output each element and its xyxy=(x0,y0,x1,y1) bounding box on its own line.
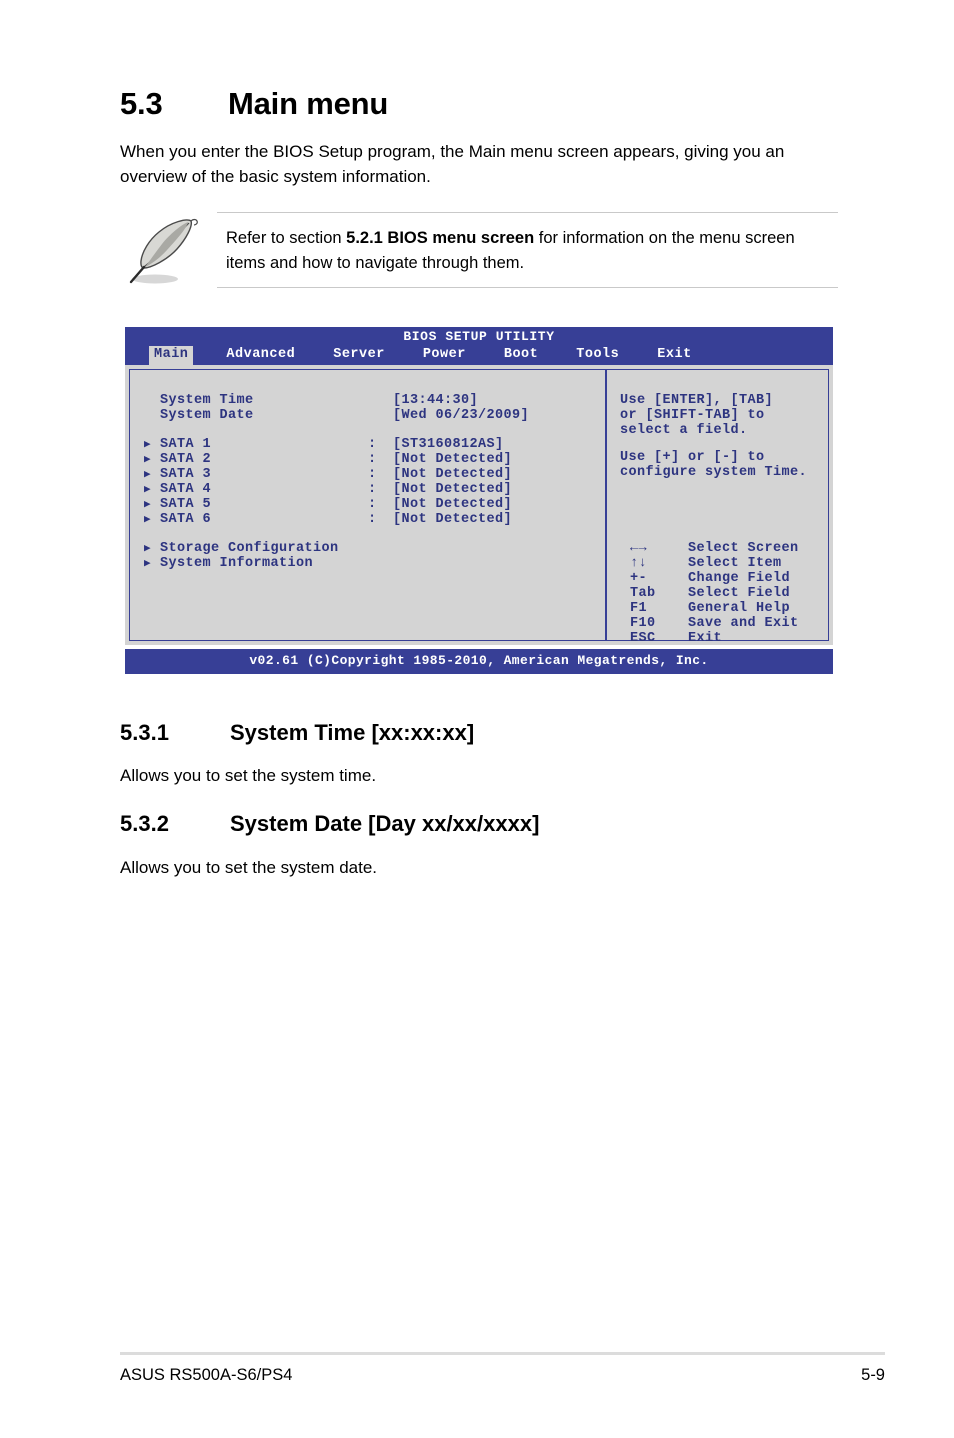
bios-copyright-text: v02.61 (C)Copyright 1985-2010, American … xyxy=(249,653,709,668)
bios-value-sata-3[interactable]: [Not Detected] xyxy=(393,467,512,483)
triangle-right-icon: ▶ xyxy=(144,469,151,481)
note-text-bold: 5.2.1 BIOS menu screen xyxy=(346,229,535,247)
bios-colon-sata-5: : xyxy=(368,497,377,512)
bios-setup-screenshot: BIOS SETUP UTILITY Main Advanced Server … xyxy=(125,327,833,674)
bios-colon-sata-6: : xyxy=(368,512,377,527)
footer-divider xyxy=(120,1352,885,1355)
bios-settings-panel: System Time [13:44:30] System Date [Wed … xyxy=(130,370,605,640)
note-body: Refer to section 5.2.1 BIOS menu screen … xyxy=(217,212,838,288)
bios-key-label: F10 xyxy=(630,616,656,631)
bios-key-desc: Save and Exit xyxy=(688,616,799,631)
bios-value-sata-6[interactable]: [Not Detected] xyxy=(393,512,512,528)
bios-value-sata-5[interactable]: [Not Detected] xyxy=(393,497,512,513)
subsection-title: System Date [Day xx/xx/xxxx] xyxy=(230,811,540,836)
bios-help-line: select a field. xyxy=(620,423,748,438)
bios-key-desc: Change Field xyxy=(688,571,791,586)
bios-help-line: Use [+] or [-] to xyxy=(620,450,765,465)
bios-colon-sata-2: : xyxy=(368,452,377,467)
bios-value-sata-4[interactable]: [Not Detected] xyxy=(393,482,512,498)
subsection-number: 5.3.2 xyxy=(120,811,169,836)
bios-tab-exit[interactable]: Exit xyxy=(652,346,696,365)
bios-help-line: Use [ENTER], [TAB] xyxy=(620,393,774,408)
section-number: 5.3 xyxy=(120,86,163,121)
bios-key-label: Tab xyxy=(630,586,656,601)
bios-key-label: +- xyxy=(630,571,648,586)
bios-top-bar: BIOS SETUP UTILITY Main Advanced Server … xyxy=(125,327,833,365)
section-title: Main menu xyxy=(228,86,389,121)
bios-body-frame: System Time [13:44:30] System Date [Wed … xyxy=(129,369,829,646)
quill-pen-icon xyxy=(125,216,203,288)
bios-copyright-bar: v02.61 (C)Copyright 1985-2010, American … xyxy=(125,649,833,674)
bios-tab-power[interactable]: Power xyxy=(418,346,471,365)
bios-label-storage-configuration: Storage Configuration xyxy=(160,541,339,556)
bios-help-panel: Use [ENTER], [TAB] or [SHIFT-TAB] to sel… xyxy=(606,370,828,645)
bios-label-sata-4: SATA 4 xyxy=(160,482,212,497)
triangle-right-icon: ▶ xyxy=(144,543,151,555)
bios-tab-server[interactable]: Server xyxy=(328,346,390,365)
subsection-heading-532: 5.3.2 System Date [Day xx/xx/xxxx] xyxy=(120,811,539,837)
bios-value-system-time[interactable]: [13:44:30] xyxy=(393,393,478,409)
bios-value-sata-1[interactable]: [ST3160812AS] xyxy=(393,437,504,453)
bios-key-label: ↑↓ xyxy=(630,556,648,571)
subsection-heading-531: 5.3.1 System Time [xx:xx:xx] xyxy=(120,720,474,746)
triangle-right-icon: ▶ xyxy=(144,484,151,496)
bios-label-sata-3: SATA 3 xyxy=(160,467,212,482)
page-title: 5.3 Main menu xyxy=(120,86,388,122)
subsection-number: 5.3.1 xyxy=(120,720,169,745)
bios-key-desc: Select Field xyxy=(688,586,791,601)
bios-colon-sata-3: : xyxy=(368,467,377,482)
bios-key-desc: Exit xyxy=(688,631,723,646)
bios-utility-title: BIOS SETUP UTILITY xyxy=(403,329,555,344)
footer-page-number: 5-9 xyxy=(861,1366,885,1384)
bios-key-label: F1 xyxy=(630,601,648,616)
bios-key-desc: General Help xyxy=(688,601,791,616)
section-intro-paragraph: When you enter the BIOS Setup program, t… xyxy=(120,142,785,186)
bios-body: System Time [13:44:30] System Date [Wed … xyxy=(125,365,833,646)
subsection-body-531: Allows you to set the system time. xyxy=(120,766,377,785)
subsection-body-532: Allows you to set the system date. xyxy=(120,858,378,877)
bios-key-label: ESC xyxy=(630,631,656,646)
bios-label-system-time: System Time xyxy=(160,393,254,408)
bios-label-sata-5: SATA 5 xyxy=(160,497,212,512)
bios-label-system-information: System Information xyxy=(160,556,314,571)
footer-product-name: ASUS RS500A-S6/PS4 xyxy=(120,1366,293,1384)
triangle-right-icon: ▶ xyxy=(144,439,151,451)
bios-tab-tools[interactable]: Tools xyxy=(571,346,624,365)
bios-key-desc: Select Item xyxy=(688,556,782,571)
bios-tab-boot[interactable]: Boot xyxy=(499,346,543,365)
bios-help-line: or [SHIFT-TAB] to xyxy=(620,408,765,423)
subsection-title: System Time [xx:xx:xx] xyxy=(230,720,475,745)
bios-value-sata-2[interactable]: [Not Detected] xyxy=(393,452,512,468)
bios-colon-sata-4: : xyxy=(368,482,377,497)
bios-menu-bar: Main Advanced Server Power Boot Tools Ex… xyxy=(149,345,725,365)
note-box: Refer to section 5.2.1 BIOS menu screen … xyxy=(120,212,838,288)
triangle-right-icon: ▶ xyxy=(144,558,151,570)
bios-label-sata-1: SATA 1 xyxy=(160,437,212,452)
bios-tab-advanced[interactable]: Advanced xyxy=(221,346,300,365)
bios-value-system-date[interactable]: [Wed 06/23/2009] xyxy=(393,408,529,424)
triangle-right-icon: ▶ xyxy=(144,454,151,466)
bios-help-line: configure system Time. xyxy=(620,465,808,480)
bios-key-label: ←→ xyxy=(630,541,648,556)
bios-label-sata-6: SATA 6 xyxy=(160,512,212,527)
bios-label-sata-2: SATA 2 xyxy=(160,452,212,467)
bios-key-desc: Select Screen xyxy=(688,541,799,556)
note-text: Refer to section 5.2.1 BIOS menu screen … xyxy=(226,226,836,276)
triangle-right-icon: ▶ xyxy=(144,499,151,511)
bios-colon-sata-1: : xyxy=(368,437,377,452)
document-page: 5.3 Main menu When you enter the BIOS Se… xyxy=(0,0,954,1438)
triangle-right-icon: ▶ xyxy=(144,514,151,526)
note-text-before: Refer to section xyxy=(226,229,347,247)
bios-tab-main[interactable]: Main xyxy=(149,346,194,365)
bios-label-system-date: System Date xyxy=(160,408,254,423)
